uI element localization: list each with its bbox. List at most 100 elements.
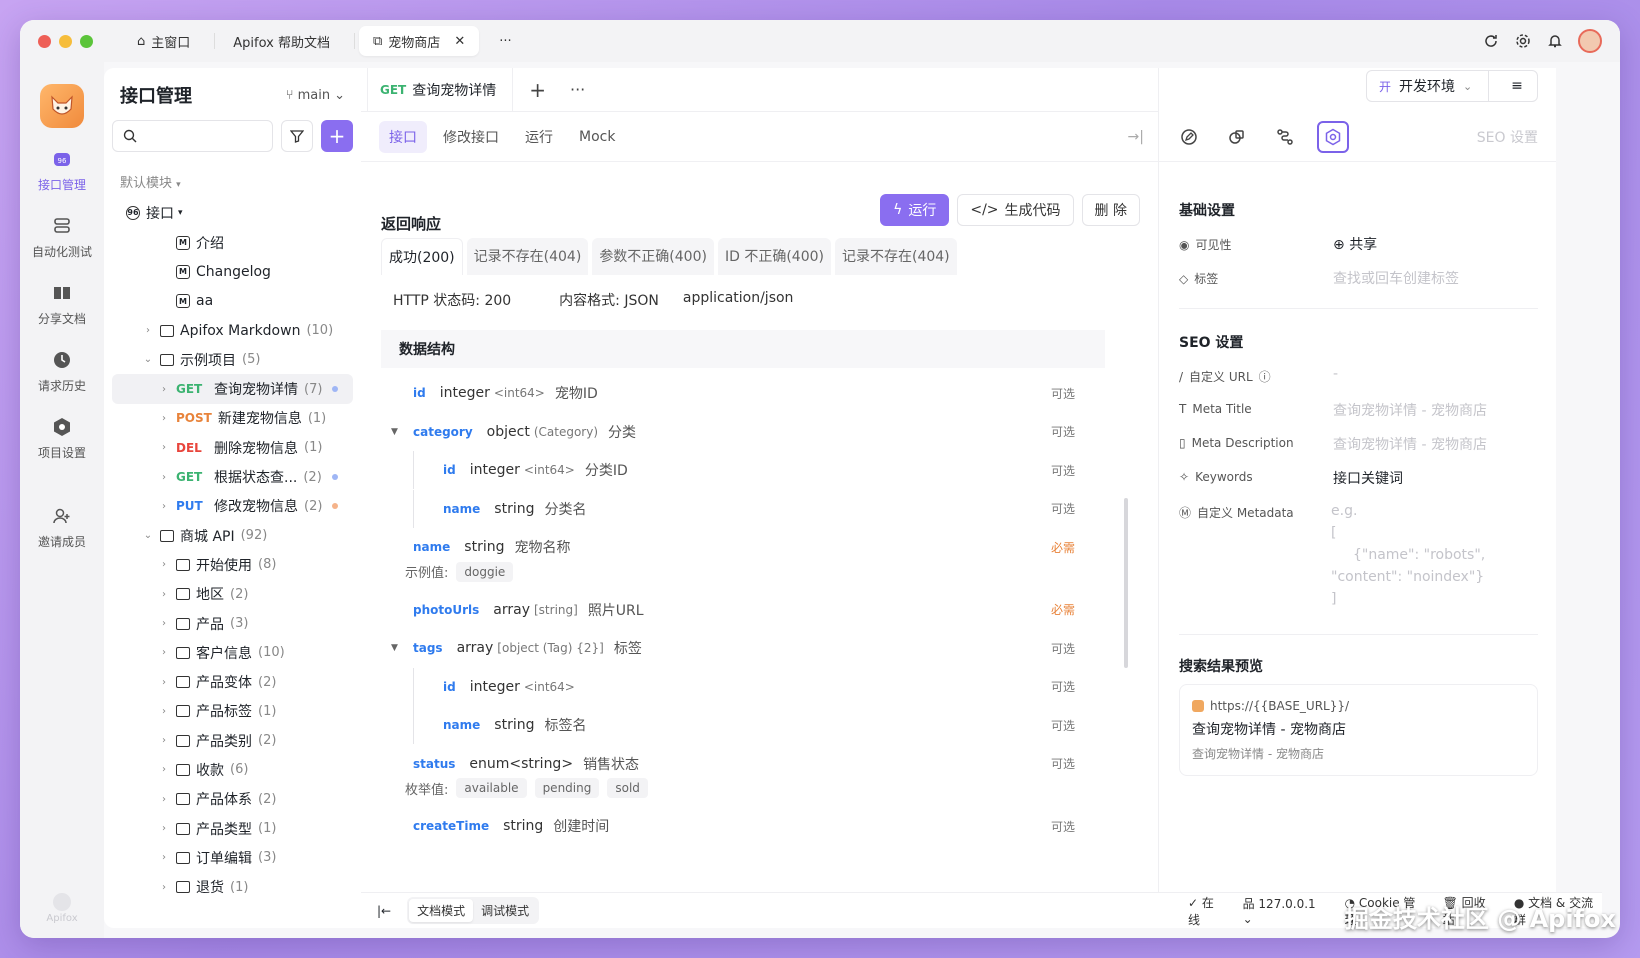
more-options-icon[interactable]: ··· [570,80,585,99]
maximize-window-button[interactable] [80,34,93,48]
doc-mode-button[interactable]: 文档模式 [409,899,474,922]
tree-folder-item[interactable]: › 产品类型 (1) [104,814,361,843]
host-selector[interactable]: 品 127.0.0.1 ⌄ [1243,895,1327,926]
chevron-right-icon[interactable]: › [158,413,170,424]
edit-history-button[interactable] [1173,121,1205,153]
subtab-mock[interactable]: Mock [569,123,625,151]
chevron-right-icon[interactable]: › [158,706,170,717]
rail-item-automation[interactable]: 自动化测试 [20,215,104,260]
response-tab[interactable]: 记录不存在(404) [466,238,589,275]
meta-title-input[interactable]: 查询宠物详情 - 宠物商店 [1333,400,1487,420]
doc-tab-active[interactable]: GET 查询宠物详情 [367,67,514,112]
chevron-down-icon[interactable]: ⌄ [142,354,154,365]
run-button[interactable]: ϟ 运行 [880,194,950,226]
chevron-right-icon[interactable]: › [158,852,170,863]
chevron-right-icon[interactable]: › [158,501,170,512]
response-tab[interactable]: 记录不存在(404) [834,238,957,275]
rail-item-api-management[interactable]: 96 接口管理 [20,148,104,193]
close-tab-icon[interactable]: ✕ [454,34,465,49]
tree-folder-item[interactable]: › 开始使用 (8) [104,550,361,579]
add-button[interactable]: + [321,120,353,152]
debug-mode-button[interactable]: 调试模式 [473,899,537,922]
window-tab-help[interactable]: Apifox 帮助文档 [219,26,344,56]
shapes-button[interactable] [1221,121,1253,153]
tree-folder-item[interactable]: › 产品体系 (2) [104,785,361,814]
generate-code-button[interactable]: </> 生成代码 [957,194,1074,226]
gear-icon[interactable] [1514,32,1532,50]
tree-api-item[interactable]: › DEL 删除宠物信息 (1) [104,433,361,462]
collapse-toggle-icon[interactable]: ▼ [391,427,398,437]
response-tab[interactable]: ID 不正确(400) [717,238,831,275]
chevron-right-icon[interactable]: › [158,823,170,834]
custom-metadata-textarea[interactable]: e.g. [ {"name": "robots", "content": "no… [1331,500,1543,620]
chevron-right-icon[interactable]: › [158,677,170,688]
tree-api-item[interactable]: › GET 根据状态查... (2) [104,462,361,491]
scrollbar[interactable] [1124,498,1128,668]
tree-folder-item[interactable]: › 收款 (6) [104,755,361,784]
window-tab-home[interactable]: ⌂ 主窗口 [123,26,204,56]
collapse-panel-icon[interactable]: →| [1128,129,1144,145]
project-logo[interactable] [40,84,84,128]
collapse-toggle-icon[interactable]: ▼ [391,643,398,653]
branch-selector[interactable]: ⑂ main ⌄ [286,88,345,103]
meta-description-input[interactable]: 查询宠物详情 - 宠物商店 [1333,434,1487,454]
tree-folder-item[interactable]: › Apifox Markdown (10) [104,316,361,345]
chevron-right-icon[interactable]: › [158,589,170,600]
tags-input[interactable]: 查找或回车创建标签 [1333,268,1459,288]
tree-doc-item[interactable]: M 介绍 [104,228,361,257]
chevron-right-icon[interactable]: › [142,325,154,336]
tree-folder-item[interactable]: ⌄ 示例项目 (5) [104,345,361,374]
chevron-right-icon[interactable]: › [158,559,170,570]
tree-api-item[interactable]: › PUT 修改宠物信息 (2) [104,492,361,521]
tree-api-item[interactable]: › GET 查询宠物详情 (7) [112,374,353,404]
chevron-right-icon[interactable]: › [158,735,170,746]
tree-folder-item[interactable]: › 地区 (2) [104,580,361,609]
rail-item-project-settings[interactable]: 项目设置 [20,416,104,461]
chevron-down-icon[interactable]: ⌄ [142,530,154,541]
tree-root-item[interactable]: 96 接口 ▾ [104,198,361,227]
tree-api-item[interactable]: › POST 新建宠物信息 (1) [104,404,361,433]
response-tab[interactable]: 成功(200) [381,238,463,275]
tree-doc-item[interactable]: M Changelog [104,257,361,286]
more-tabs-button[interactable]: ··· [485,26,525,56]
visibility-select[interactable]: ⊕ 共享 [1333,234,1377,254]
seo-settings-button[interactable] [1317,120,1349,153]
chevron-right-icon[interactable]: › [158,618,170,629]
tree-doc-item[interactable]: Maa [104,287,361,316]
rail-item-history[interactable]: 请求历史 [20,349,104,394]
delete-button[interactable]: 删 除 [1081,194,1140,226]
environment-selector[interactable]: 开 开发环境 ⌄ ≡ [1366,70,1538,102]
chevron-right-icon[interactable]: › [158,794,170,805]
subtab-api[interactable]: 接口 [379,120,427,153]
user-avatar[interactable] [1578,29,1602,53]
window-tab-petstore[interactable]: ⧉ 宠物商店 ✕ [359,26,480,56]
collapse-left-icon[interactable]: |← [377,904,391,918]
menu-icon[interactable]: ≡ [1497,78,1537,94]
tree-folder-item[interactable]: › 订单编辑 (3) [104,843,361,872]
tree-folder-item[interactable]: › 退货 (1) [104,873,361,902]
bell-icon[interactable] [1546,32,1564,50]
custom-url-input[interactable]: - [1333,366,1338,382]
chevron-right-icon[interactable]: › [158,764,170,775]
tree-folder-item[interactable]: ⌄ 商城 API (92) [104,521,361,550]
subtab-run[interactable]: 运行 [515,121,563,153]
tree-folder-item[interactable]: › 产品变体 (2) [104,667,361,696]
tree-folder-item[interactable]: › 产品标签 (1) [104,697,361,726]
chevron-right-icon[interactable]: › [158,647,170,658]
flow-button[interactable] [1269,121,1301,153]
tree-folder-item[interactable]: › 客户信息 (10) [104,638,361,667]
minimize-window-button[interactable] [59,34,72,48]
keywords-input[interactable]: 接口关键词 [1333,468,1403,488]
new-tab-button[interactable]: + [529,78,546,102]
response-tab[interactable]: 参数不正确(400) [592,238,714,275]
subtab-edit[interactable]: 修改接口 [433,121,509,153]
sync-icon[interactable] [1482,32,1500,50]
online-status[interactable]: ✓ 在线 [1188,894,1225,928]
tree-search-input[interactable] [112,120,273,152]
module-selector[interactable]: 默认模块 ▾ [104,152,361,196]
chevron-right-icon[interactable]: › [158,384,170,395]
close-window-button[interactable] [38,34,51,48]
chevron-right-icon[interactable]: › [158,472,170,483]
tree-folder-item[interactable]: › 产品 (3) [104,609,361,638]
chevron-right-icon[interactable]: › [158,882,170,893]
